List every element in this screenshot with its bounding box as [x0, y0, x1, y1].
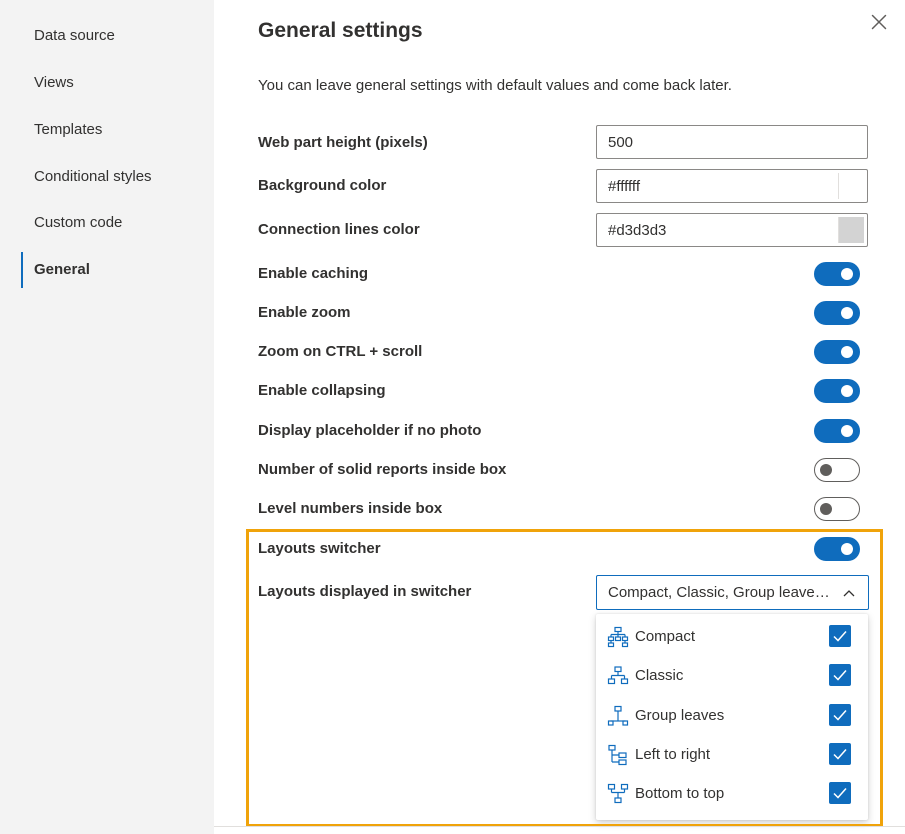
layout-option-label: Left to right	[635, 746, 711, 763]
layout-option-bottom-to-top[interactable]: Bottom to top	[596, 776, 868, 812]
layouts-displayed-label: Layouts displayed in switcher	[258, 583, 472, 600]
chevron-up-icon	[843, 590, 855, 597]
layouts-dropdown-list: Compact Classic Group leaves Left to rig…	[596, 614, 868, 820]
close-icon	[871, 14, 887, 30]
level-numbers-label: Level numbers inside box	[258, 500, 443, 517]
layout-option-checkbox[interactable]	[829, 782, 851, 804]
web-part-height-label: Web part height (pixels)	[258, 134, 428, 151]
sidebar-item-data-source[interactable]: Data source	[34, 27, 115, 45]
checkmark-icon	[833, 631, 847, 642]
layout-option-left-to-right[interactable]: Left to right	[596, 737, 868, 773]
layouts-switcher-toggle[interactable]	[814, 537, 860, 561]
left-to-right-layout-icon	[608, 744, 627, 766]
solid-reports-label: Number of solid reports inside box	[258, 461, 507, 478]
connection-lines-color-field[interactable]: #d3d3d3	[596, 213, 868, 247]
layout-option-checkbox[interactable]	[829, 625, 851, 647]
checkmark-icon	[833, 788, 847, 799]
toggle-knob	[841, 425, 853, 437]
enable-collapsing-label: Enable collapsing	[258, 382, 386, 399]
checkmark-icon	[833, 670, 847, 681]
layout-option-checkbox[interactable]	[829, 743, 851, 765]
toggle-knob	[820, 503, 832, 515]
layout-option-group-leaves[interactable]: Group leaves	[596, 698, 868, 734]
layout-option-checkbox[interactable]	[829, 704, 851, 726]
active-nav-indicator	[21, 252, 23, 288]
enable-caching-label: Enable caching	[258, 265, 369, 282]
sidebar-item-views[interactable]: Views	[34, 74, 74, 92]
background-color-value: #ffffff	[608, 178, 640, 195]
bottom-to-top-layout-icon	[607, 783, 629, 804]
close-button[interactable]	[867, 10, 891, 34]
toggle-knob	[820, 464, 832, 476]
background-color-field[interactable]: #ffffff	[596, 169, 868, 203]
checkmark-icon	[833, 710, 847, 721]
layout-option-label: Classic	[635, 667, 684, 684]
enable-collapsing-toggle[interactable]	[814, 379, 860, 403]
connection-lines-color-label: Connection lines color	[258, 221, 420, 238]
panel-description: You can leave general settings with defa…	[258, 77, 732, 94]
display-placeholder-toggle[interactable]	[814, 419, 860, 443]
toggle-knob	[841, 268, 853, 280]
sidebar-item-conditional-styles[interactable]: Conditional styles	[34, 168, 152, 186]
compact-layout-icon	[607, 626, 629, 648]
zoom-ctrl-scroll-toggle[interactable]	[814, 340, 860, 364]
group-leaves-layout-icon	[607, 705, 629, 726]
toggle-knob	[841, 346, 853, 358]
level-numbers-toggle[interactable]	[814, 497, 860, 521]
solid-reports-toggle[interactable]	[814, 458, 860, 482]
enable-caching-toggle[interactable]	[814, 262, 860, 286]
layout-option-classic[interactable]: Classic	[596, 658, 868, 694]
layout-option-label: Group leaves	[635, 707, 725, 724]
web-part-height-input[interactable]	[596, 125, 868, 159]
classic-layout-icon	[607, 666, 629, 685]
toggle-knob	[841, 385, 853, 397]
zoom-ctrl-scroll-label: Zoom on CTRL + scroll	[258, 343, 423, 360]
sidebar-item-general[interactable]: General	[34, 261, 90, 279]
settings-sidebar: Data source Views Templates Conditional …	[0, 0, 214, 834]
sidebar-item-custom-code[interactable]: Custom code	[34, 214, 122, 232]
layouts-switcher-label: Layouts switcher	[258, 540, 381, 557]
connection-lines-color-swatch[interactable]	[838, 217, 864, 243]
layout-option-label: Compact	[635, 628, 696, 645]
connection-lines-color-value: #d3d3d3	[608, 222, 667, 239]
layout-option-label: Bottom to top	[635, 785, 725, 802]
enable-zoom-toggle[interactable]	[814, 301, 860, 325]
footer-divider	[214, 826, 905, 827]
layout-option-compact[interactable]: Compact	[596, 619, 868, 655]
panel-title: General settings	[258, 19, 423, 42]
toggle-knob	[841, 543, 853, 555]
background-color-swatch[interactable]	[838, 173, 864, 199]
toggle-knob	[841, 307, 853, 319]
checkmark-icon	[833, 749, 847, 760]
background-color-label: Background color	[258, 177, 387, 194]
display-placeholder-label: Display placeholder if no photo	[258, 422, 482, 439]
layouts-displayed-value: Compact, Classic, Group leaves, Left to …	[608, 584, 830, 601]
layout-option-checkbox[interactable]	[829, 664, 851, 686]
enable-zoom-label: Enable zoom	[258, 304, 351, 321]
sidebar-item-templates[interactable]: Templates	[34, 121, 102, 139]
layouts-displayed-dropdown[interactable]: Compact, Classic, Group leaves, Left to …	[596, 575, 869, 610]
